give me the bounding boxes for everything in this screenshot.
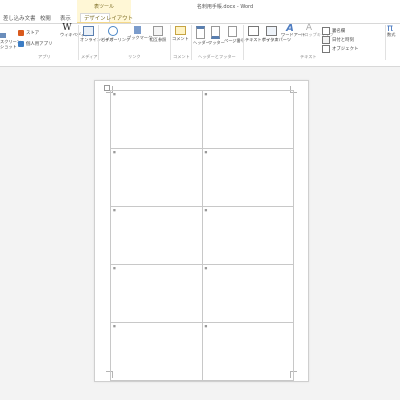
wikipedia-icon: W <box>62 23 72 33</box>
ribbon-separator <box>78 25 79 60</box>
signature-icon <box>322 27 330 35</box>
cross-reference-icon <box>153 26 163 36</box>
tab-review[interactable]: 校閲 <box>40 14 51 22</box>
comment-button[interactable]: コメント <box>172 26 189 41</box>
hyperlink-label: ハイパーリンク <box>101 37 131 42</box>
quick-parts-button[interactable]: クイックパーツ <box>262 26 291 42</box>
group-label-comments: コメント <box>173 54 190 59</box>
table-row: ■ ■ <box>110 206 294 265</box>
document-page[interactable]: ■ ■ ■ ■ ■ ■ ■ ■ ■ ■ <box>94 80 309 382</box>
tab-mailings[interactable]: 差し込み文書 <box>3 14 35 22</box>
group-label-header-footer: ヘッダーとフッター <box>198 54 236 59</box>
tab-view[interactable]: 表示 <box>60 14 71 22</box>
pi-icon: π <box>387 23 394 34</box>
object-icon <box>322 45 330 53</box>
comment-icon <box>174 26 186 35</box>
end-of-cell-mark: ■ <box>113 324 116 328</box>
footer-label: フッター <box>208 40 225 45</box>
group-label-media: メディア <box>81 54 98 59</box>
object-button[interactable]: オブジェクト <box>322 45 358 53</box>
object-label: オブジェクト <box>332 47 359 52</box>
table-row: ■ ■ <box>110 322 294 381</box>
personal-apps-button[interactable]: 個人用アプリ <box>18 41 52 47</box>
end-of-cell-mark: ■ <box>204 266 208 270</box>
signature-line-button[interactable]: 署名欄 <box>322 27 345 35</box>
business-card-table: ■ ■ ■ ■ ■ ■ ■ ■ ■ ■ <box>110 90 294 381</box>
ribbon-separator <box>385 25 386 60</box>
ribbon-separator <box>191 25 192 60</box>
drop-cap-button[interactable]: A ドロップキャップ <box>300 23 334 38</box>
group-label-apps: アプリ <box>38 54 51 59</box>
calendar-icon <box>322 36 330 44</box>
table-row: ■ ■ <box>110 264 294 323</box>
table-cell[interactable]: ■ <box>110 148 203 207</box>
bookmark-icon <box>133 26 141 34</box>
ribbon-separator <box>98 25 99 60</box>
page-number-icon <box>227 26 237 37</box>
header-button[interactable]: ヘッダー <box>193 26 210 45</box>
wordart-icon: A <box>286 23 294 34</box>
end-of-cell-mark: ■ <box>204 92 208 96</box>
group-label-links: リンク <box>128 54 141 59</box>
wordart-button[interactable]: A ワードアート <box>281 23 306 38</box>
end-of-cell-mark: ■ <box>113 150 116 154</box>
end-of-cell-mark: ■ <box>113 266 116 270</box>
wikipedia-button[interactable]: W ウィキペディア <box>60 23 89 38</box>
cross-reference-button[interactable]: 相互参照 <box>149 26 167 42</box>
footer-button[interactable]: フッター <box>208 26 225 45</box>
bookmark-button[interactable]: ブックマーク <box>127 26 152 40</box>
store-icon <box>18 30 24 36</box>
end-of-cell-mark: ■ <box>204 150 208 154</box>
footer-icon <box>210 26 220 39</box>
table-cell[interactable]: ■ <box>201 264 294 323</box>
screenshot-icon <box>0 33 6 38</box>
tab-layout[interactable]: レイアウト <box>106 14 133 22</box>
table-cell[interactable]: ■ <box>110 264 203 323</box>
online-video-button[interactable]: オンラインビデオ <box>80 26 114 42</box>
globe-icon <box>108 26 118 36</box>
video-icon <box>82 26 94 36</box>
store-label: ストア <box>26 31 40 36</box>
group-label-text: テキスト <box>300 54 317 59</box>
end-of-cell-mark: ■ <box>113 208 116 212</box>
end-of-cell-mark: ■ <box>204 324 208 328</box>
cross-reference-label: 相互参照 <box>149 37 167 42</box>
apps-icon <box>18 41 24 47</box>
end-of-cell-mark: ■ <box>113 92 116 96</box>
store-button[interactable]: ストア <box>18 30 39 36</box>
header-icon <box>195 26 205 39</box>
personal-apps-label: 個人用アプリ <box>26 42 53 47</box>
quick-parts-icon <box>265 26 277 36</box>
drop-cap-icon: A <box>305 23 313 33</box>
equation-label: 数式 <box>387 32 396 37</box>
screenshot-label-2: ショット <box>0 44 17 49</box>
comment-label: コメント <box>172 36 189 41</box>
hyperlink-button[interactable]: ハイパーリンク <box>101 26 130 42</box>
quick-parts-label: クイックパーツ <box>262 37 292 42</box>
table-cell[interactable]: ■ <box>201 148 294 207</box>
ribbon-separator <box>243 25 244 60</box>
end-of-cell-mark: ■ <box>204 208 208 212</box>
context-tab-label: 表ツール <box>93 4 114 10</box>
table-cell[interactable]: ■ <box>201 206 294 265</box>
table-row: ■ ■ <box>110 148 294 207</box>
table-cell[interactable]: ■ <box>201 322 294 381</box>
page-number-label: ページ番号 <box>224 38 245 43</box>
window-title: 名刺用手帳.docx - Word <box>196 4 254 10</box>
text-box-icon <box>247 26 259 36</box>
ribbon-separator <box>170 25 171 60</box>
date-time-label: 日付と時刻 <box>332 38 354 43</box>
table-cell[interactable]: ■ <box>110 206 203 265</box>
table-cell[interactable]: ■ <box>110 322 203 381</box>
signature-line-label: 署名欄 <box>332 29 346 34</box>
date-time-button[interactable]: 日付と時刻 <box>322 36 354 44</box>
table-row: ■ ■ <box>110 90 294 149</box>
table-cell[interactable]: ■ <box>201 90 294 149</box>
equation-button[interactable]: π 数式 <box>387 23 400 38</box>
table-cell[interactable]: ■ <box>110 90 203 149</box>
page-number-button[interactable]: ページ番号 <box>224 26 245 43</box>
text-box-button[interactable]: テキストボックス <box>245 26 278 42</box>
